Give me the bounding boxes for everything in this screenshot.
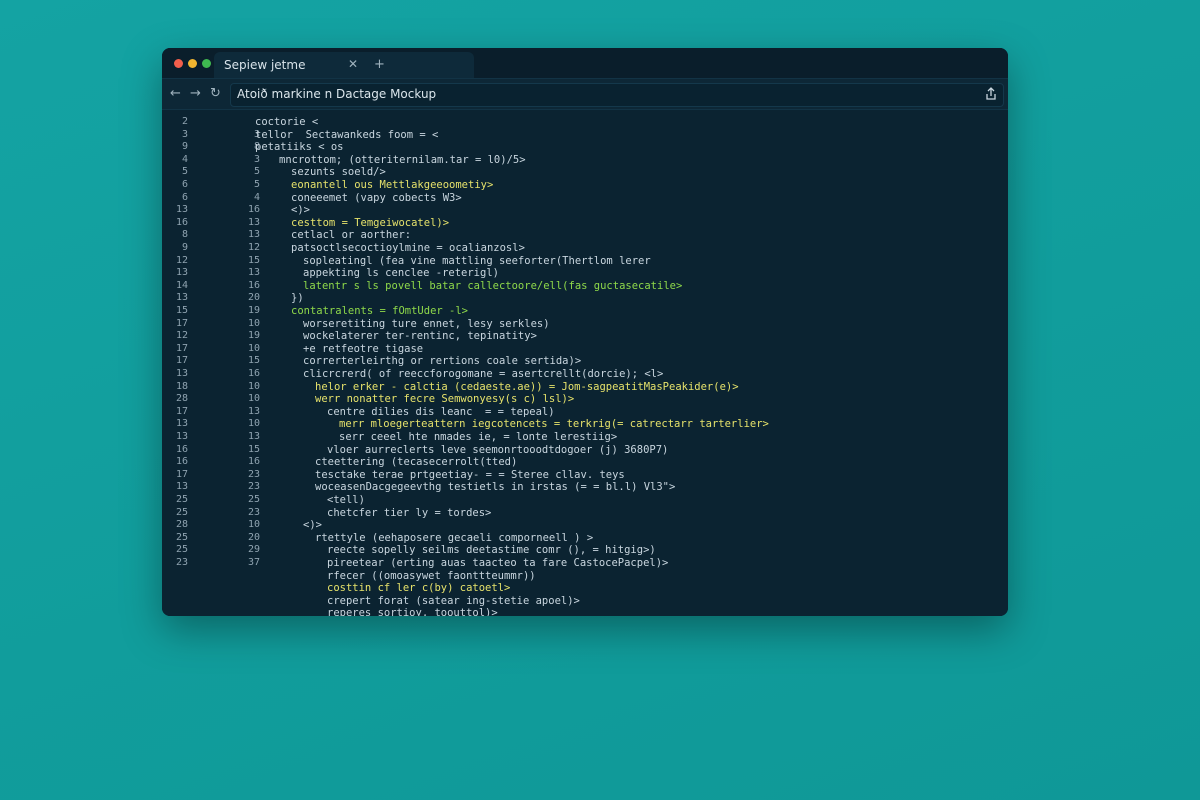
code-line: clicrcrerd( of reeccforogomane = asertcr… bbox=[303, 368, 664, 380]
code-line: cetlacl or aorther: bbox=[291, 229, 412, 242]
minimize-window-dot[interactable] bbox=[188, 59, 197, 68]
code-line: +e retfeotre tigase bbox=[303, 342, 424, 355]
code-line: <tell) bbox=[327, 494, 365, 506]
code-line: rtettyle (eehaposere gecaeli comporneell… bbox=[315, 531, 594, 544]
close-window-dot[interactable] bbox=[174, 59, 183, 68]
share-icon[interactable] bbox=[983, 86, 999, 102]
address-text: Atoið markine n Dactage Mockup bbox=[237, 87, 437, 101]
code-line: serr ceeel hte nmades ie, = lonte lerest… bbox=[339, 431, 618, 443]
close-icon[interactable]: ✕ bbox=[348, 57, 358, 71]
new-tab-icon[interactable]: + bbox=[374, 57, 385, 72]
code-line: coctorie < bbox=[255, 116, 319, 128]
code-line: sopleatingl (fea vine mattling seeforter… bbox=[303, 254, 651, 267]
code-line: vloer aurreclerts leve seemonrtooodtdogo… bbox=[327, 443, 669, 456]
code-line: rfecer ((omoasywet faonttteummr)) bbox=[327, 569, 536, 582]
back-arrow-icon[interactable]: ← bbox=[170, 85, 181, 103]
code-line: wockelaterer ter-rentinc, tepinatity> bbox=[303, 330, 537, 343]
code-line: cesttom = Temgeiwocatel)> bbox=[291, 216, 450, 229]
code-line: contatralents = fOmtUder -l> bbox=[291, 305, 469, 317]
browser-toolbar: ← → ↻ Atoið markine n Dactage Mockup bbox=[162, 79, 1008, 110]
code-line: correrterleirthg or rertions coale serti… bbox=[303, 355, 582, 368]
code-line: eonantell ous Mettlakgeeoometiy> bbox=[291, 179, 494, 191]
code-line: worseretiting ture ennet, lesy serkles) bbox=[303, 317, 550, 330]
active-tab[interactable]: Sepiew jetme ✕ + bbox=[214, 52, 474, 78]
browser-window: Sepiew jetme ✕ + ← → ↻ Atoið markine n D… bbox=[162, 48, 1008, 616]
code-line: <)> bbox=[291, 204, 310, 217]
code-line: merr mloegerteattern iegcotencets = terk… bbox=[339, 418, 769, 431]
code-line: }) bbox=[291, 292, 304, 305]
tab-bar: Sepiew jetme ✕ + bbox=[162, 48, 1008, 79]
code-line: werr nonatter fecre Semwonyesy(s c) lsl)… bbox=[315, 393, 575, 406]
code-line: coneeemet (vapy cobects W3> bbox=[291, 191, 462, 204]
reload-icon[interactable]: ↻ bbox=[210, 85, 221, 103]
code-line: appekting ls cenclee -reterigl) bbox=[303, 267, 499, 280]
code-line: <)> bbox=[303, 519, 322, 532]
code-line: reperes sortioy, toouttol)> bbox=[327, 607, 498, 616]
code-line: sezunts soeld/> bbox=[291, 166, 386, 179]
code-line: pireetear (erting auas taacteo ta fare C… bbox=[327, 557, 669, 569]
code-line: patsoctlsecoctioylmine = ocalianzosl> bbox=[291, 242, 525, 254]
code-area[interactable]: coctorie < tellor Sectawankeds foom = < pe… bbox=[162, 110, 1008, 616]
code-line: tesctake terae prtgeetiay- = = Steree cl… bbox=[315, 468, 625, 481]
code-line: latentr s ls povell batar callectoore/el… bbox=[303, 279, 683, 292]
forward-arrow-icon[interactable]: → bbox=[190, 85, 201, 103]
code-line: cteettering (tecasecerrolt(tted) bbox=[315, 456, 518, 469]
tab-title: Sepiew jetme bbox=[224, 58, 306, 72]
maximize-window-dot[interactable] bbox=[202, 59, 211, 68]
code-line: helor erker - calctia (cedaeste.ae)) = J… bbox=[315, 380, 739, 393]
address-bar[interactable]: Atoið markine n Dactage Mockup bbox=[230, 83, 1004, 107]
code-line: crepert forat (satear ing-stetie apoel)> bbox=[327, 594, 580, 607]
code-line: reecte sopelly seilms deetastime comr ()… bbox=[327, 544, 656, 557]
code-line: petatiiks < os bbox=[255, 141, 344, 154]
code-line: tellor Sectawankeds foom = < bbox=[255, 128, 439, 141]
code-editor[interactable]: 2 3 9 4 5 6 6 13 16 8 9 12 13 14 13 15 17 12 17 17 13 18 28 17 1… bbox=[162, 110, 1008, 616]
code-line: mncrottom; (otteriternilam.tar = l0)/5> bbox=[279, 153, 526, 166]
code-line: centre dilies dis leanc = = tepeal) bbox=[327, 405, 555, 418]
code-line: woceasenDacgegeevthg testietls in irstas… bbox=[315, 481, 676, 494]
code-line: chetcfer tier ly = tordes> bbox=[327, 506, 492, 519]
code-line: costtin cf ler c(by) catoetl> bbox=[327, 582, 511, 595]
